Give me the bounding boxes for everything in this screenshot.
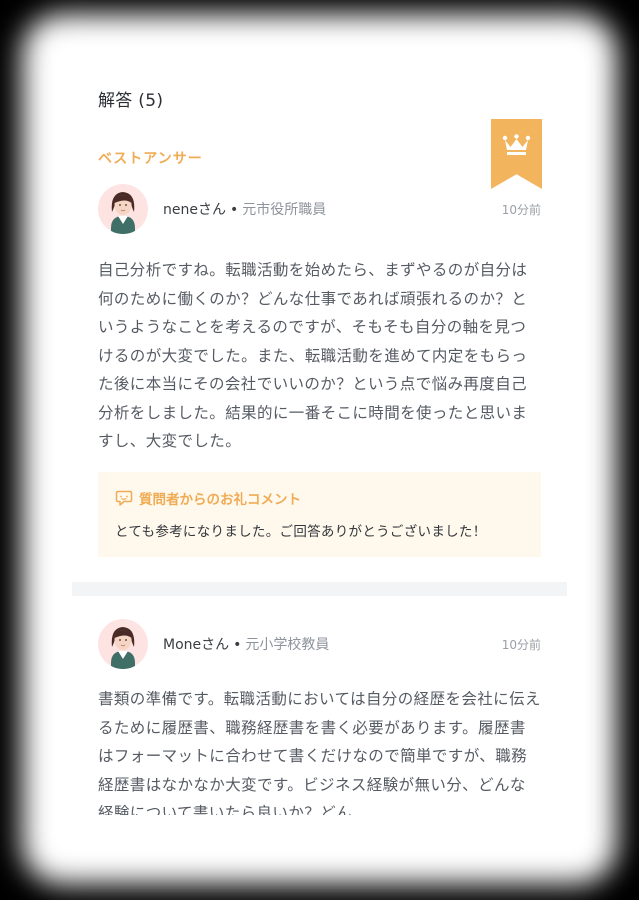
woman-avatar-icon[interactable] bbox=[98, 619, 148, 669]
answerer-role: 元小学校教員 bbox=[245, 637, 330, 653]
answerer-name[interactable]: neneさん bbox=[163, 202, 226, 218]
answer-body: 自己分析ですね。転職活動を始めたら、まずやるのが自分は何のために働くのか？どんな… bbox=[98, 261, 528, 450]
separator-dot: • bbox=[233, 637, 242, 653]
thanks-title-text: 質問者からのお礼コメント bbox=[139, 492, 301, 508]
screenshot-stage: 解答 (5) ベストアンサー neneさん • 元市役所職員 10分前 自己分析… bbox=[0, 0, 639, 900]
answers-card: 解答 (5) ベストアンサー neneさん • 元市役所職員 10分前 自己分析… bbox=[72, 60, 567, 815]
best-answer-ribbon bbox=[491, 119, 542, 189]
answerer-info: Moneさん • 元小学校教員 bbox=[163, 634, 329, 654]
thanks-comment-text: とても参考になりました。ご回答ありがとうございました！ bbox=[115, 524, 487, 540]
answer-time: 10分前 bbox=[501, 638, 541, 652]
answer-body: 書類の準備です。転職活動においては自分の経歴を会社に伝えるために履歴書、職務経歴… bbox=[98, 690, 541, 815]
best-answer-label: ベストアンサー bbox=[98, 151, 203, 167]
crown-icon bbox=[502, 134, 531, 155]
answers-title: 解答 (5) bbox=[98, 91, 164, 111]
answer-time: 10分前 bbox=[501, 203, 541, 217]
thanks-comment-title: 質問者からのお礼コメント bbox=[115, 488, 301, 508]
answerer-info: neneさん • 元市役所職員 bbox=[163, 199, 326, 219]
woman-avatar-icon[interactable] bbox=[98, 184, 148, 234]
answerer-name[interactable]: Moneさん bbox=[163, 637, 229, 653]
answerer-role: 元市役所職員 bbox=[242, 202, 327, 218]
answer-header: Moneさん • 元小学校教員 10分前 bbox=[98, 619, 541, 669]
separator-dot: • bbox=[229, 202, 239, 218]
answer-header: neneさん • 元市役所職員 10分前 bbox=[98, 184, 541, 234]
answer-divider bbox=[72, 582, 567, 596]
thanks-comment-box: 質問者からのお礼コメント とても参考になりました。ご回答ありがとうございました！ bbox=[98, 472, 541, 557]
speech-bubble-icon bbox=[115, 490, 133, 506]
